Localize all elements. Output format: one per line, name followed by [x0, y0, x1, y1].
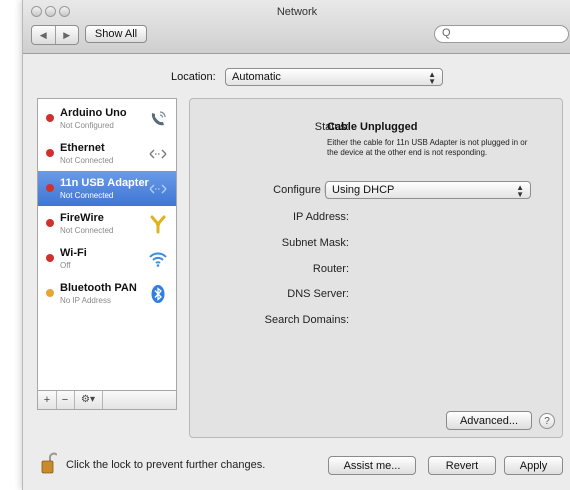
search-icon: Q [442, 27, 451, 39]
service-status: Not Configured [60, 121, 114, 130]
subnet-mask-label: Subnet Mask: [281, 237, 349, 249]
ethernet-icon [148, 179, 168, 199]
show-all-button[interactable]: Show All [85, 25, 147, 43]
status-description: Either the cable for 11n USB Adapter is … [327, 138, 528, 157]
bluetooth-icon [148, 284, 168, 304]
status-value: Cable Unplugged [327, 121, 418, 133]
back-forward-control: ◀ ▶ [31, 25, 79, 45]
window-title: Network [276, 6, 318, 18]
service-item-11n-usb-adapter[interactable]: 11n USB Adapter Not Connected [38, 171, 176, 206]
back-button[interactable]: ◀ [32, 26, 56, 44]
assist-me-button[interactable]: Assist me... [328, 456, 416, 475]
service-status: Not Connected [60, 191, 114, 200]
service-status: Not Connected [60, 226, 114, 235]
service-item-ethernet[interactable]: Ethernet Not Connected [38, 136, 176, 171]
phone-icon [148, 109, 168, 129]
select-arrows-icon: ▲ ▼ [516, 183, 524, 199]
service-name: Bluetooth PAN [60, 282, 137, 294]
title-bar: Network ◀ ▶ Show All Q [23, 0, 570, 54]
service-name: Ethernet [60, 142, 105, 154]
select-arrows-icon: ▲ ▼ [428, 70, 436, 86]
lock-message: Click the lock to prevent further change… [66, 459, 266, 471]
service-item-arduino-uno[interactable]: Arduino Uno Not Configured [38, 101, 176, 136]
router-label: Router: [312, 263, 349, 275]
ethernet-icon [148, 144, 168, 164]
service-list: Arduino Uno Not Configured Ethernet Not … [37, 98, 177, 410]
status-dot [46, 184, 54, 192]
service-item-wi-fi[interactable]: Wi-Fi Off [38, 241, 176, 276]
add-service-button[interactable]: + [38, 391, 57, 409]
ip-address-label: IP Address: [292, 211, 349, 223]
service-item-bluetooth-pan[interactable]: Bluetooth PAN No IP Address [38, 276, 176, 311]
configure-ipv4-value: Using DHCP [332, 184, 395, 196]
wifi-icon [148, 249, 168, 269]
apply-button[interactable]: Apply [504, 456, 563, 475]
revert-button[interactable]: Revert [428, 456, 496, 475]
help-button[interactable]: ? [539, 413, 555, 429]
service-status: Off [60, 261, 71, 270]
dns-server-label: DNS Server: [287, 288, 349, 300]
firewire-icon [148, 214, 168, 234]
service-item-firewire[interactable]: FireWire Not Connected [38, 206, 176, 241]
service-list-toolbar: + − ⚙▾ [38, 390, 176, 409]
service-name: 11n USB Adapter [60, 177, 149, 189]
lock-icon[interactable] [41, 452, 58, 474]
configure-ipv4-select[interactable]: Using DHCP ▲ ▼ [325, 181, 531, 199]
status-dot [46, 289, 54, 297]
status-dot [46, 114, 54, 122]
location-value: Automatic [232, 71, 281, 83]
service-name: Arduino Uno [60, 107, 127, 119]
remove-service-button[interactable]: − [56, 391, 75, 409]
advanced-button[interactable]: Advanced... [446, 411, 532, 430]
service-name: FireWire [60, 212, 104, 224]
status-dot [46, 149, 54, 157]
search-domains-label: Search Domains: [264, 314, 349, 326]
location-select[interactable]: Automatic ▲ ▼ [225, 68, 443, 86]
network-window: Network ◀ ▶ Show All Q Location: Automat… [22, 0, 570, 490]
forward-button[interactable]: ▶ [56, 26, 79, 44]
gear-icon[interactable]: ⚙▾ [74, 391, 103, 409]
service-status: No IP Address [60, 296, 111, 305]
location-label: Location: [171, 71, 216, 83]
status-dot [46, 219, 54, 227]
status-dot [46, 254, 54, 262]
service-status: Not Connected [60, 156, 114, 165]
search-field[interactable]: Q [434, 25, 569, 43]
service-name: Wi-Fi [60, 247, 87, 259]
